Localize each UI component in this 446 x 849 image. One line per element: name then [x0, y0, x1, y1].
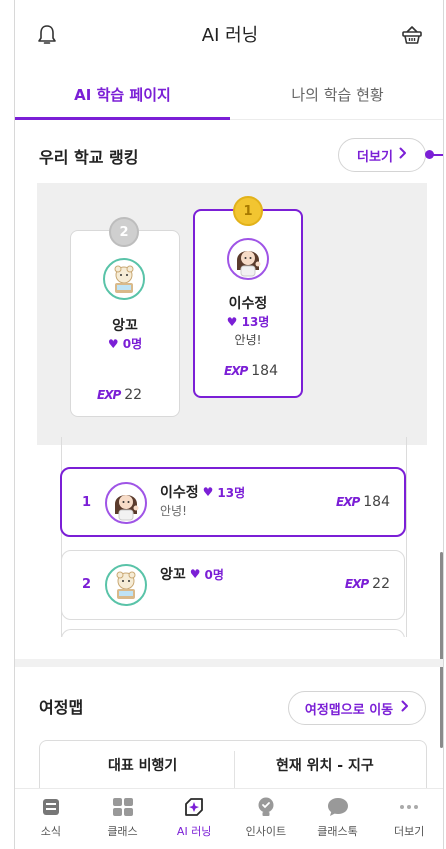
- journey-button-label: 여정맵으로 이동: [304, 702, 394, 718]
- journey-title: 여정맵: [39, 698, 84, 717]
- podium-second-name: 앙꼬: [112, 318, 138, 334]
- chat-bubble-icon: [325, 795, 351, 819]
- podium-second-hearts: ♥ 0명: [107, 337, 143, 351]
- heart-icon: ♥: [107, 337, 119, 351]
- tab-bar: AI 학습 페이지 나의 학습 현황: [15, 70, 443, 120]
- chevron-right-icon: [399, 147, 407, 163]
- ranking-row-exp: EXP 184: [336, 494, 390, 510]
- page-title: AI 러닝: [201, 25, 259, 46]
- journey-map-button[interactable]: 여정맵으로 이동: [288, 691, 426, 725]
- ranking-row-exp: EXP 22: [344, 576, 390, 592]
- ranking-row-message: 안녕!: [160, 504, 187, 518]
- ai-learning-icon: [181, 795, 207, 819]
- heart-icon: ♥: [202, 485, 214, 499]
- ranking-row-rank: 1: [82, 495, 92, 510]
- bottom-nav: 소식 클래스 AI 러닝 인사이트 클래스톡 더보기: [15, 788, 443, 849]
- ranking-row-name: 앙꼬 ♥ 0명: [160, 567, 224, 583]
- ranking-row-1[interactable]: 1 이수정 ♥ 13명 안녕! EXP 184: [60, 467, 406, 537]
- gold-medal-icon: 1: [233, 196, 263, 226]
- nav-item-ai-learning[interactable]: AI 러닝: [158, 789, 230, 849]
- more-dots-icon: [396, 795, 422, 819]
- basket-icon[interactable]: [401, 24, 423, 50]
- exp-icon: EXP: [97, 388, 121, 402]
- insight-bulb-icon: [253, 795, 279, 819]
- ranking-row-2[interactable]: 2 앙꼬 ♥ 0명 EXP 22: [61, 550, 405, 620]
- chevron-right-icon: [401, 700, 409, 716]
- tab-ai-learning-page[interactable]: AI 학습 페이지: [15, 70, 230, 120]
- journey-card-divider: [234, 751, 235, 791]
- avatar: [227, 238, 269, 280]
- avatar: [105, 482, 147, 524]
- ranking-row-rank: 2: [82, 577, 92, 592]
- podium-first-name: 이수정: [228, 296, 268, 312]
- avatar: [103, 258, 145, 300]
- heart-icon: ♥: [226, 315, 238, 329]
- podium-first-hearts: ♥ 13명: [226, 315, 270, 329]
- news-icon: [38, 795, 64, 819]
- section-divider: [15, 659, 443, 667]
- scrollbar[interactable]: [440, 552, 443, 748]
- ranking-more-button[interactable]: 더보기: [338, 138, 426, 172]
- callout-dot: [425, 150, 434, 159]
- nav-item-insight[interactable]: 인사이트: [230, 789, 302, 849]
- journey-col-location: 현재 위치 - 지구: [276, 758, 374, 774]
- ranking-header: 우리 학교 랭킹 더보기: [15, 134, 443, 178]
- journey-col-plane: 대표 비행기: [108, 758, 178, 774]
- nav-item-class-talk[interactable]: 클래스톡: [302, 789, 374, 849]
- ranking-title: 우리 학교 랭킹: [39, 148, 139, 167]
- nav-item-more[interactable]: 더보기: [373, 789, 443, 849]
- heart-icon: ♥: [189, 567, 201, 581]
- exp-icon: EXP: [336, 495, 360, 509]
- app-screen: AI 러닝 AI 학습 페이지 나의 학습 현황 우리 학교 랭킹 더보기 2: [14, 0, 444, 849]
- nav-item-class[interactable]: 클래스: [87, 789, 159, 849]
- list-fade: [15, 637, 443, 659]
- bell-icon[interactable]: [37, 24, 57, 50]
- ranking-row-name: 이수정 ♥ 13명: [160, 485, 246, 501]
- nav-item-news[interactable]: 소식: [15, 789, 87, 849]
- podium-card-first[interactable]: 1 이수정 ♥ 13명 안녕! EXP 184: [193, 196, 303, 398]
- podium-first-message: 안녕!: [234, 333, 262, 347]
- silver-medal-icon: 2: [109, 217, 139, 247]
- avatar: [105, 564, 147, 606]
- top-bar: AI 러닝: [15, 0, 443, 68]
- podium-first-exp: EXP 184: [224, 363, 278, 379]
- podium-card-second[interactable]: 2 앙꼬 ♥ 0명 EXP 22: [70, 217, 180, 417]
- tab-my-learning-status[interactable]: 나의 학습 현황: [230, 70, 443, 119]
- class-grid-icon: [110, 795, 136, 819]
- podium-second-exp: EXP 22: [97, 387, 143, 403]
- exp-icon: EXP: [344, 577, 369, 591]
- exp-icon: EXP: [224, 364, 248, 378]
- ranking-podium: 2 앙꼬 ♥ 0명 EXP 22 1 이수정 ♥ 13명 안녕! EXP 184: [37, 183, 427, 445]
- more-button-label: 더보기: [357, 149, 393, 165]
